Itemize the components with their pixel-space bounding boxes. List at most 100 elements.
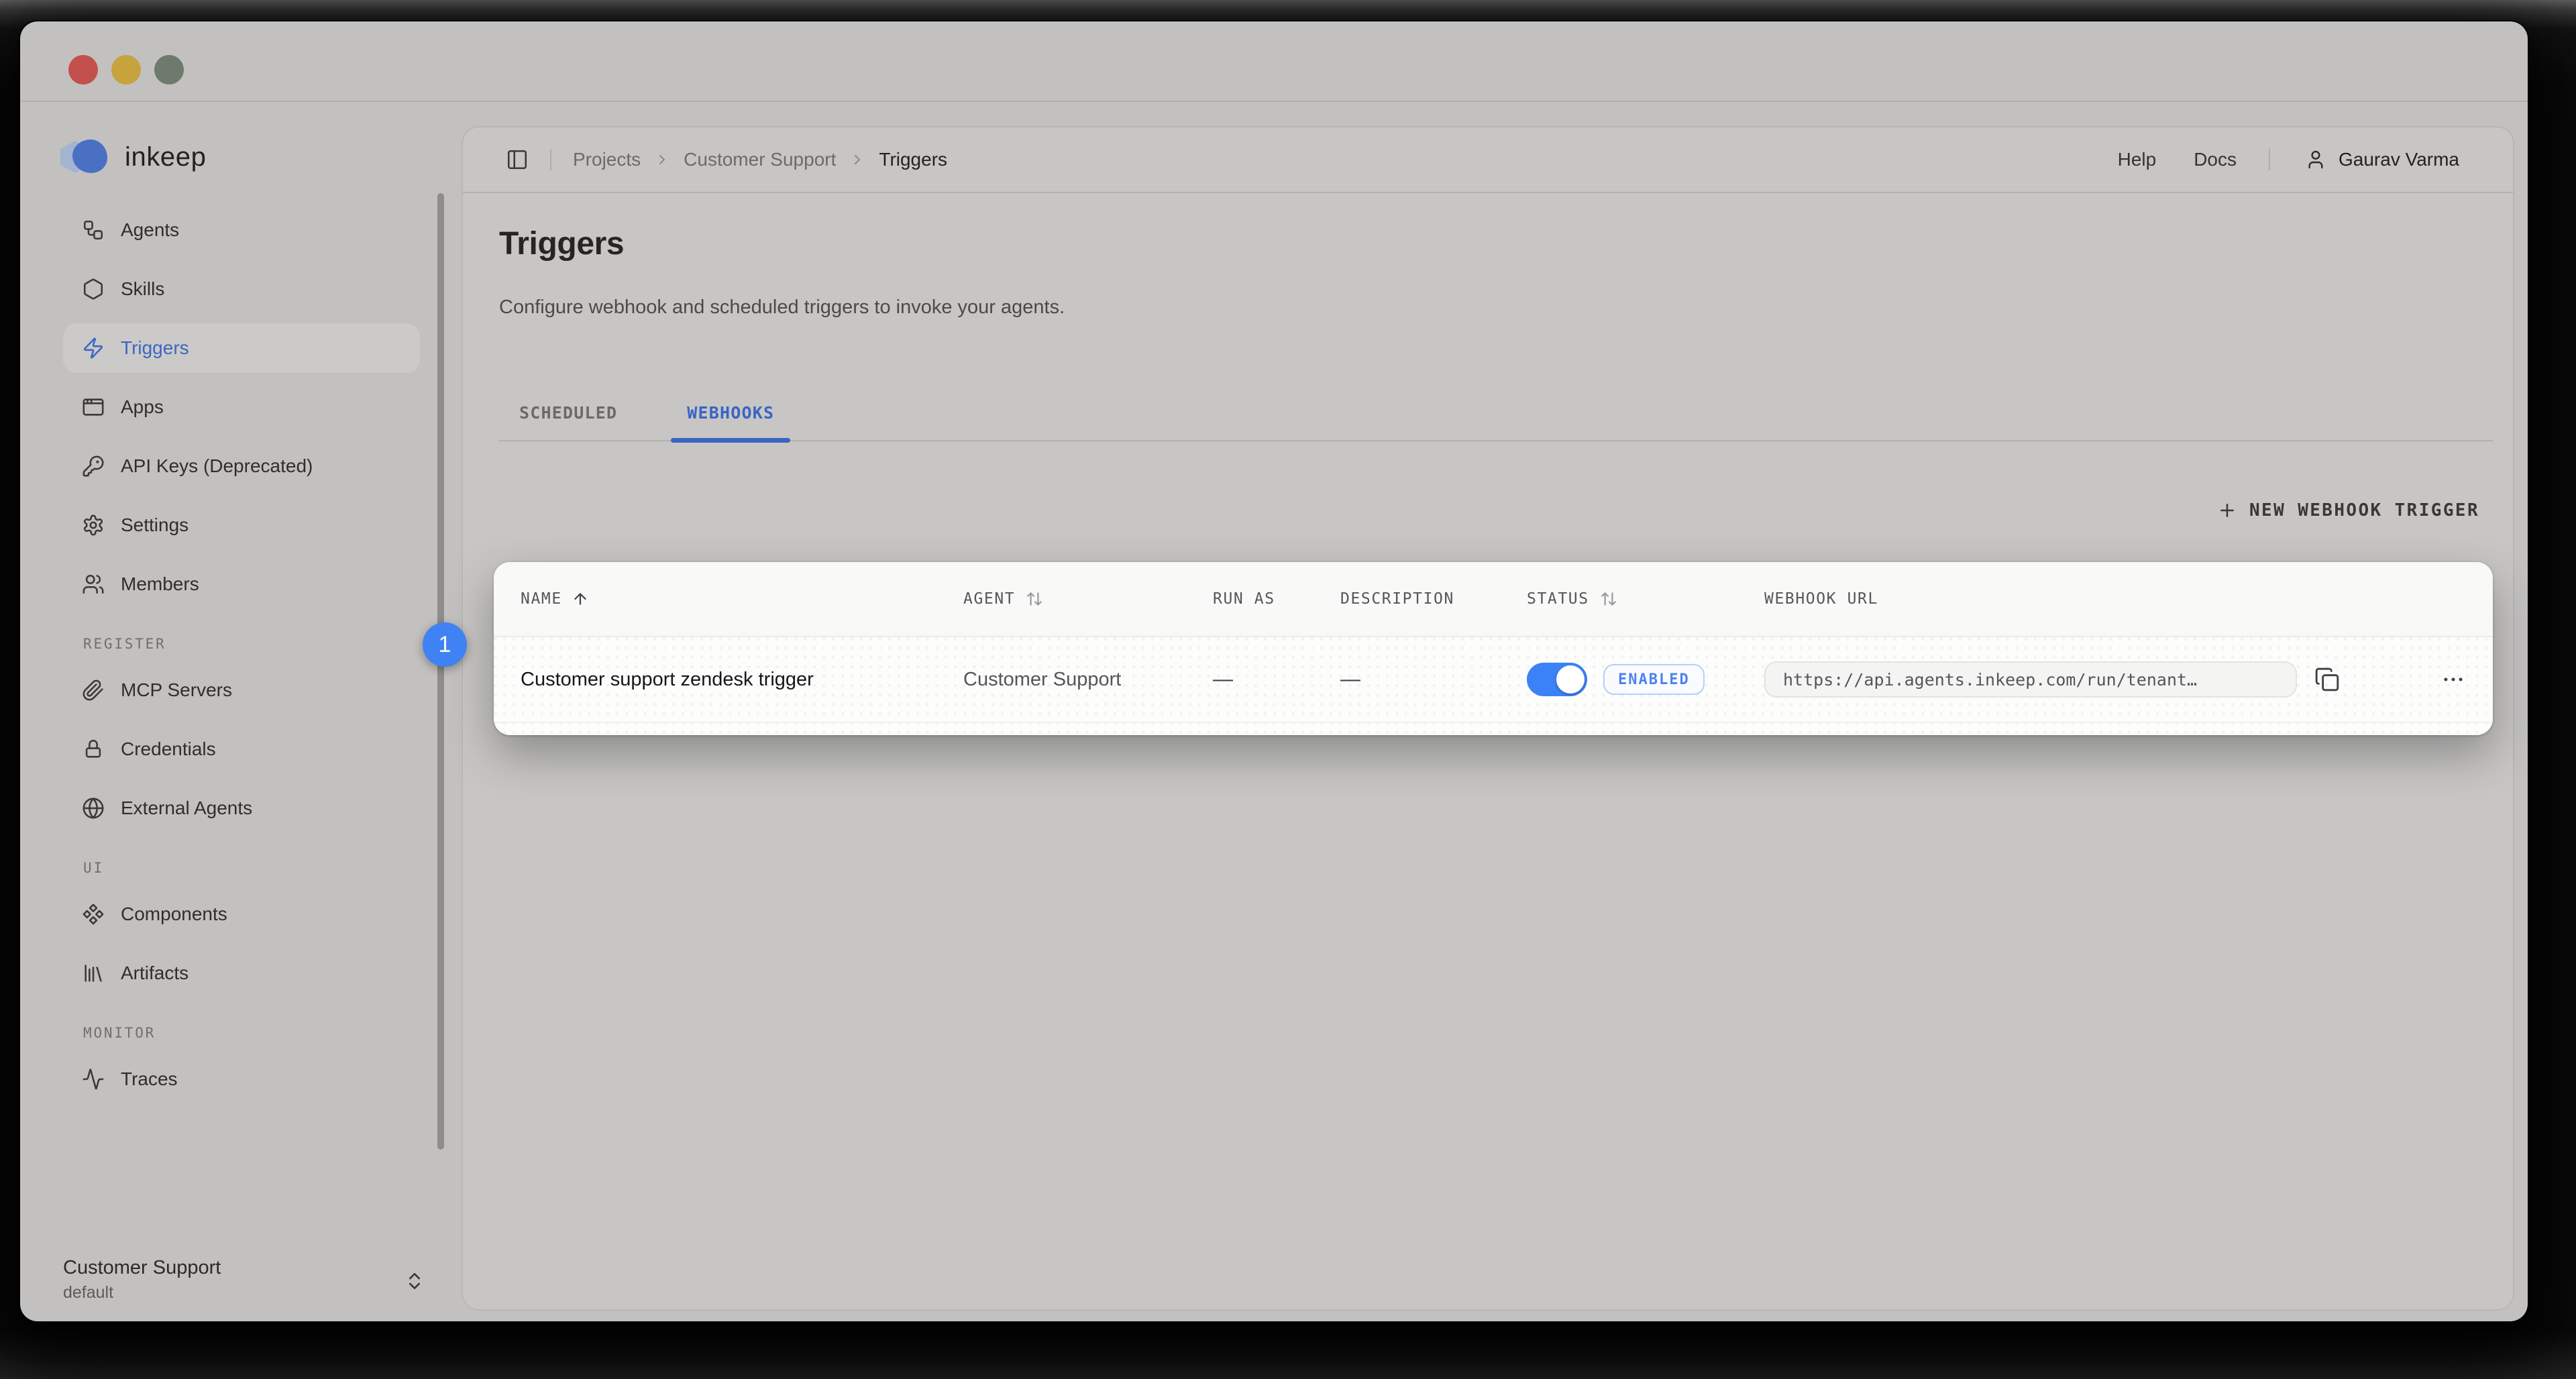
zap-icon (82, 337, 105, 360)
paperclip-icon (82, 679, 105, 702)
sidebar-scrollbar[interactable] (437, 193, 444, 1150)
sidebar-nav: Agents Skills Triggers Apps API Keys (De… (20, 205, 463, 1113)
status-badge: ENABLED (1603, 664, 1705, 695)
sidebar-item-label: MCP Servers (121, 679, 232, 701)
sidebar-item-artifacts[interactable]: Artifacts (63, 948, 420, 998)
column-header-webhook-url: WEBHOOK URL (1764, 590, 2391, 608)
page-description: Configure webhook and scheduled triggers… (499, 296, 1065, 319)
sidebar-toggle-button[interactable] (506, 148, 529, 171)
sidebar-item-api-keys[interactable]: API Keys (Deprecated) (63, 441, 420, 491)
user-icon (2305, 149, 2326, 170)
user-menu[interactable]: Gaurav Varma (2305, 149, 2459, 170)
chevron-right-icon (849, 152, 865, 168)
page-title: Triggers (499, 225, 624, 262)
section-label-monitor: MONITOR (63, 1025, 420, 1041)
inkeep-logo-icon (60, 140, 111, 174)
sidebar-item-components[interactable]: Components (63, 889, 420, 939)
column-header-agent[interactable]: AGENT (963, 590, 1213, 608)
new-webhook-trigger-button[interactable]: NEW WEBHOOK TRIGGER (2217, 500, 2479, 520)
row-actions-button[interactable] (2440, 667, 2466, 692)
sidebar-item-agents[interactable]: Agents (63, 205, 420, 255)
project-name: Customer Support (63, 1257, 431, 1279)
sidebar-item-label: Skills (121, 278, 164, 300)
titlebar (20, 21, 2528, 102)
column-header-status[interactable]: STATUS (1527, 590, 1764, 608)
tab-webhooks[interactable]: WEBHOOKS (672, 403, 789, 440)
sidebar-item-label: Components (121, 903, 227, 925)
new-webhook-trigger-label: NEW WEBHOOK TRIGGER (2249, 500, 2479, 520)
trigger-status: ENABLED (1527, 663, 1764, 696)
toggle-knob (1556, 665, 1585, 694)
gear-icon (82, 514, 105, 537)
sidebar-item-label: Artifacts (121, 962, 189, 984)
docs-link[interactable]: Docs (2194, 149, 2237, 170)
app-header: Projects Customer Support Triggers Help … (463, 127, 2513, 193)
activity-icon (82, 1068, 105, 1091)
webhooks-table-card: NAME AGENT RUN AS DESCRIPTION STATUS (494, 562, 2493, 735)
sidebar-item-credentials[interactable]: Credentials (63, 724, 420, 774)
main-panel: Projects Customer Support Triggers Help … (463, 127, 2513, 1309)
maximize-button[interactable] (154, 55, 184, 85)
arrow-up-down-icon (1024, 590, 1044, 608)
sidebar-item-triggers[interactable]: Triggers (63, 323, 420, 373)
table-header: NAME AGENT RUN AS DESCRIPTION STATUS (494, 562, 2493, 637)
sidebar-item-label: Apps (121, 396, 164, 418)
app-window: inkeep Agents Skills Triggers Apps (20, 21, 2528, 1321)
inkeep-logo: inkeep (60, 140, 206, 174)
tabs: SCHEDULED WEBHOOKS (499, 390, 2493, 441)
plus-icon (2217, 500, 2237, 520)
sidebar-item-label: Credentials (121, 738, 216, 760)
sidebar-item-members[interactable]: Members (63, 559, 420, 609)
sidebar-item-mcp-servers[interactable]: MCP Servers (63, 665, 420, 715)
app-window-icon (82, 396, 105, 419)
globe-icon (82, 797, 105, 820)
close-button[interactable] (68, 55, 98, 85)
section-label-register: REGISTER (63, 636, 420, 652)
key-icon (82, 455, 105, 478)
arrow-up-down-icon (1599, 590, 1619, 608)
arrow-up-icon (572, 590, 589, 608)
section-label-ui: UI (63, 860, 420, 876)
table-row: Customer support zendesk trigger Custome… (494, 637, 2493, 723)
column-header-name[interactable]: NAME (521, 590, 963, 608)
sidebar-item-label: Members (121, 573, 199, 595)
sidebar-item-external-agents[interactable]: External Agents (63, 783, 420, 833)
chevrons-up-down-icon (404, 1270, 425, 1292)
project-switcher[interactable]: Customer Support default (63, 1257, 431, 1303)
breadcrumb-item-customer-support[interactable]: Customer Support (684, 149, 836, 170)
sidebar-item-label: Settings (121, 514, 189, 536)
lock-icon (82, 738, 105, 761)
sidebar-item-apps[interactable]: Apps (63, 382, 420, 432)
column-header-description: DESCRIPTION (1340, 590, 1527, 608)
trigger-webhook-url: https://api.agents.inkeep.com/run/tenant… (1764, 661, 2391, 698)
webhook-url-field[interactable]: https://api.agents.inkeep.com/run/tenant… (1764, 661, 2297, 698)
chevron-right-icon (654, 152, 670, 168)
trigger-description: — (1340, 668, 1527, 691)
users-icon (82, 573, 105, 596)
sidebar-item-label: API Keys (Deprecated) (121, 455, 313, 477)
breadcrumb-item-projects[interactable]: Projects (573, 149, 641, 170)
help-link[interactable]: Help (2118, 149, 2157, 170)
screen: inkeep Agents Skills Triggers Apps (0, 0, 2576, 1379)
header-divider (550, 149, 551, 170)
trigger-agent: Customer Support (963, 669, 1213, 691)
trigger-name: Customer support zendesk trigger (521, 669, 963, 691)
header-divider (2269, 149, 2270, 170)
project-environment: default (63, 1283, 431, 1303)
minimize-button[interactable] (111, 55, 141, 85)
sidebar-item-skills[interactable]: Skills (63, 264, 420, 314)
sidebar-item-label: External Agents (121, 797, 252, 819)
sidebar-item-settings[interactable]: Settings (63, 500, 420, 550)
sidebar-item-label: Triggers (121, 337, 189, 359)
breadcrumb: Projects Customer Support Triggers (573, 149, 947, 170)
sidebar: inkeep Agents Skills Triggers Apps (20, 103, 463, 1321)
copy-button[interactable] (2314, 667, 2340, 692)
workflow-icon (82, 219, 105, 241)
tab-scheduled[interactable]: SCHEDULED (504, 403, 632, 440)
sidebar-item-traces[interactable]: Traces (63, 1054, 420, 1104)
sidebar-item-label: Agents (121, 219, 179, 241)
status-toggle[interactable] (1527, 663, 1587, 696)
column-header-run-as: RUN AS (1213, 590, 1340, 608)
user-name: Gaurav Varma (2339, 149, 2459, 170)
trigger-run-as: — (1213, 668, 1340, 691)
